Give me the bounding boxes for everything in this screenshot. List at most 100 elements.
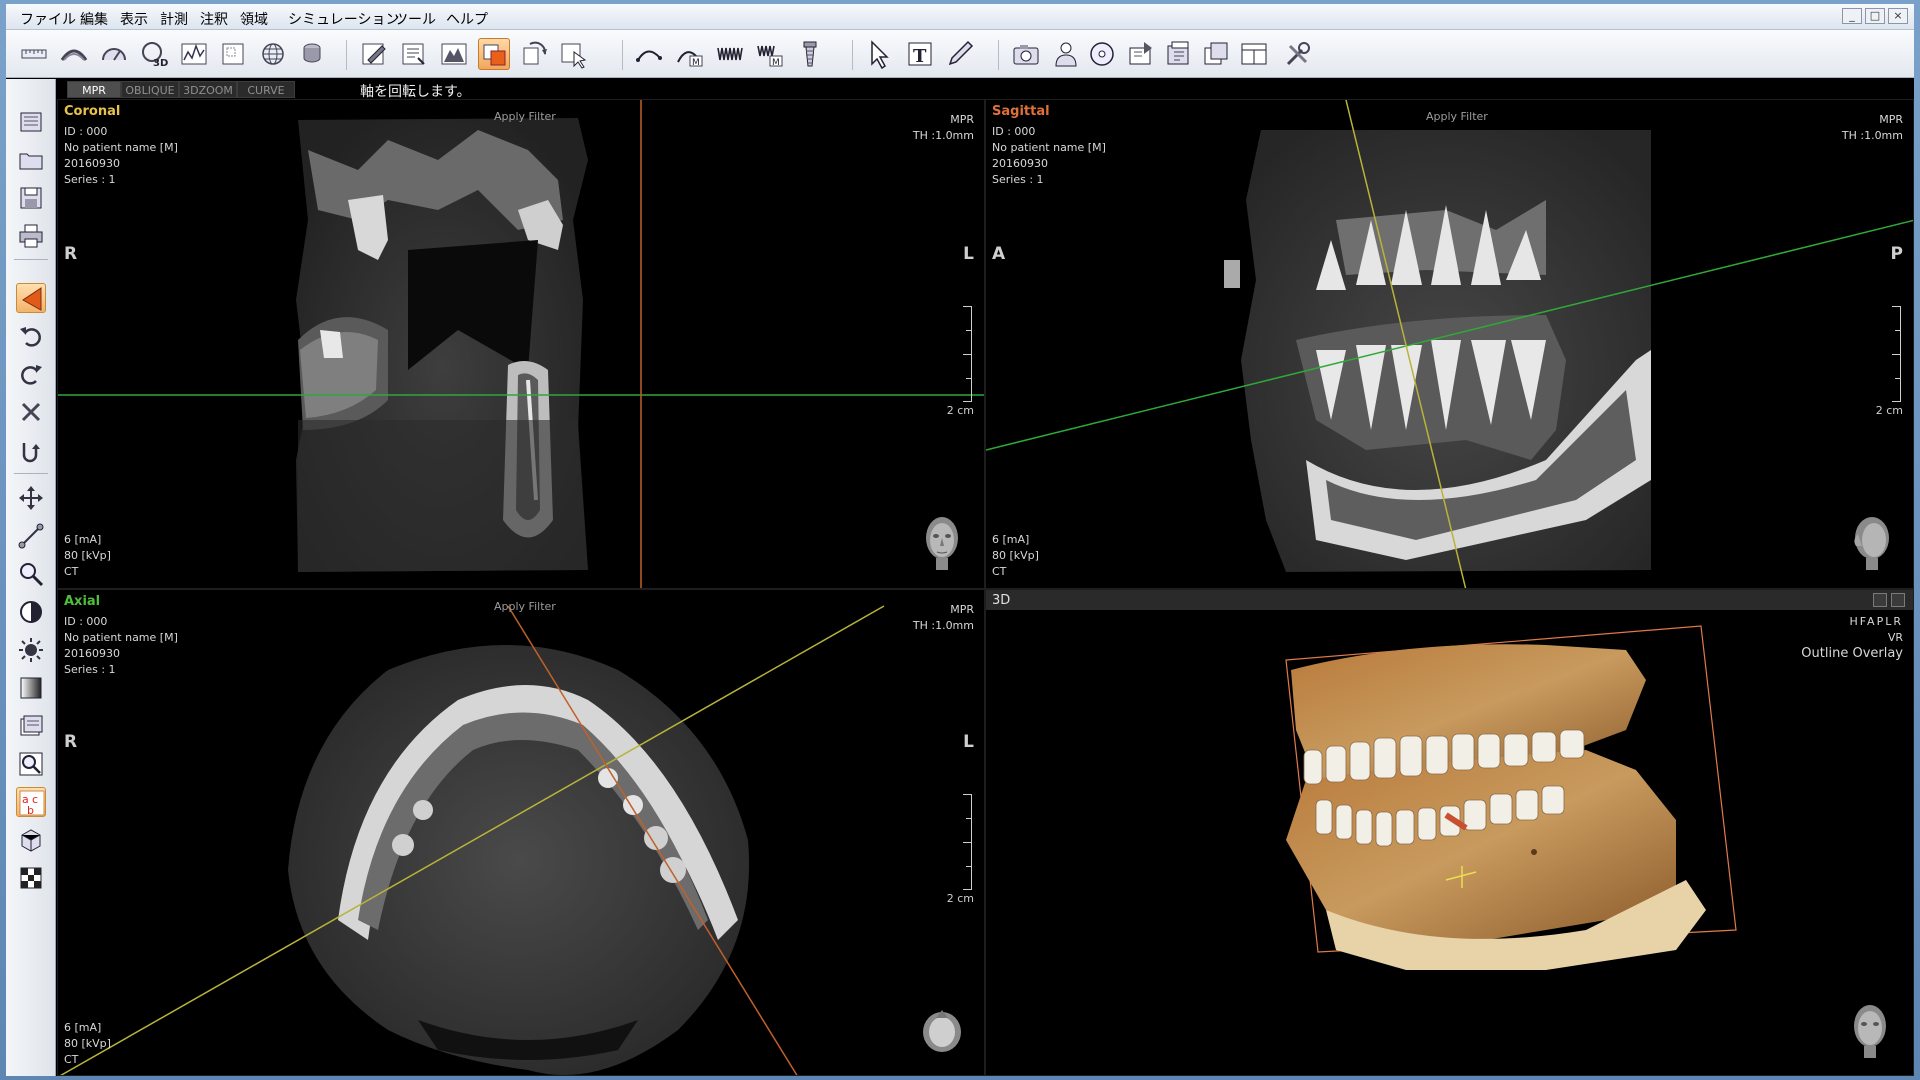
reset-icon[interactable] <box>16 435 46 465</box>
thickness-label: TH :1.0mm <box>912 619 974 632</box>
menu-region[interactable]: 領域 <box>240 9 268 29</box>
left-toolbar: acb <box>6 79 56 1076</box>
export-icon[interactable] <box>1124 38 1156 70</box>
menu-help[interactable]: ヘルプ <box>446 9 488 29</box>
ceph-image-icon[interactable] <box>438 38 470 70</box>
patient-icon[interactable] <box>1050 38 1082 70</box>
layout-icon[interactable] <box>218 38 250 70</box>
sagittal-acquisition-info: 6 [mA] 80 [kVp] CT <box>992 532 1039 580</box>
contrast-icon[interactable] <box>16 597 46 627</box>
axial-viewport[interactable]: Axial ID : 000 No patient name [M] 20160… <box>57 589 985 1076</box>
svg-text:b: b <box>27 804 34 817</box>
apply-filter-label[interactable]: Apply Filter <box>1426 110 1488 123</box>
sagittal-ct-image <box>986 100 1913 588</box>
pointer-select-icon[interactable] <box>558 38 590 70</box>
scale-label: 2 cm <box>1875 404 1903 417</box>
3d-view-icon[interactable]: 3D <box>138 38 170 70</box>
menu-simulation[interactable]: シミュレーション <box>288 9 399 29</box>
menu-file[interactable]: ファイル <box>20 9 76 29</box>
implant-icon[interactable] <box>794 38 826 70</box>
nerve-canal-icon[interactable]: M <box>674 38 706 70</box>
brightness-icon[interactable] <box>16 635 46 665</box>
window-level-icon[interactable] <box>16 673 46 703</box>
arch-icon[interactable] <box>98 38 130 70</box>
magnifier-glass-icon[interactable] <box>16 749 46 779</box>
svg-text:M: M <box>692 58 700 68</box>
print-icon[interactable] <box>16 221 46 251</box>
teeth-measure-icon[interactable]: M <box>754 38 786 70</box>
thickness-label: TH :1.0mm <box>1841 129 1903 142</box>
orientation-head-icon[interactable] <box>1844 510 1896 572</box>
zoom-icon[interactable] <box>16 559 46 589</box>
delete-icon[interactable] <box>16 397 46 427</box>
save-icon[interactable] <box>16 183 46 213</box>
redo-icon[interactable] <box>16 359 46 389</box>
3d-viewport[interactable]: 3D HFAPLR VR Outline Overlay <box>985 589 1914 1076</box>
pan-icon[interactable] <box>16 483 46 513</box>
cursor-arrow-icon[interactable] <box>864 38 896 70</box>
thickness-label: TH :1.0mm <box>912 129 974 142</box>
copy-icon[interactable] <box>1200 38 1232 70</box>
edit-note-icon[interactable] <box>358 38 390 70</box>
ruler-icon[interactable] <box>18 38 50 70</box>
panoramic-icon[interactable] <box>58 38 90 70</box>
tube-voltage: 80 [kVp] <box>992 549 1039 562</box>
overlay-icon[interactable] <box>478 38 510 70</box>
maximize-button[interactable]: □ <box>1865 8 1885 24</box>
mode-label: MPR <box>950 603 974 616</box>
patient-id: ID : 000 <box>64 615 108 628</box>
tab-mpr[interactable]: MPR <box>67 81 121 98</box>
tab-curve[interactable]: CURVE <box>237 81 295 98</box>
undo-icon[interactable] <box>16 321 46 351</box>
coronal-viewport[interactable]: Coronal ID : 000 No patient name [M] 201… <box>57 99 985 589</box>
scale-label: 2 cm <box>946 892 974 905</box>
open-folder-icon[interactable] <box>16 145 46 175</box>
apply-filter-label[interactable]: Apply Filter <box>494 600 556 613</box>
rotate-volume-icon[interactable] <box>518 38 550 70</box>
menu-view[interactable]: 表示 <box>120 9 148 29</box>
grid-layout-icon[interactable] <box>1873 593 1887 607</box>
menu-edit[interactable]: 編集 <box>80 9 108 29</box>
close-button[interactable]: × <box>1888 8 1908 24</box>
image-list-icon[interactable] <box>398 38 430 70</box>
window-layout-icon[interactable] <box>1238 38 1270 70</box>
implant-library-icon[interactable] <box>298 38 330 70</box>
menu-tools[interactable]: ツール <box>394 9 436 29</box>
outline-overlay-label[interactable]: Outline Overlay <box>1801 646 1903 662</box>
import-icon[interactable] <box>1162 38 1194 70</box>
pencil-icon[interactable] <box>944 38 976 70</box>
apply-filter-label[interactable]: Apply Filter <box>494 110 556 123</box>
annotation-text-icon[interactable]: acb <box>16 787 46 817</box>
series-number: Series : 1 <box>64 663 116 676</box>
slice-stack-icon[interactable] <box>16 711 46 741</box>
tab-3dzoom[interactable]: 3DZOOM <box>179 81 237 98</box>
scale-label: 2 cm <box>946 404 974 417</box>
menu-bar: ファイル 編集 表示 計測 注釈 領域 シミュレーション ツール ヘルプ _ □… <box>6 4 1914 30</box>
sagittal-viewport[interactable]: Sagittal ID : 000 No patient name [M] 20… <box>985 99 1914 589</box>
tab-oblique[interactable]: OBLIQUE <box>121 81 179 98</box>
text-tool-icon[interactable]: T <box>904 38 936 70</box>
menu-measure[interactable]: 計測 <box>160 9 188 29</box>
orientation-left: R <box>64 732 78 752</box>
disc-icon[interactable] <box>1086 38 1118 70</box>
globe-icon[interactable] <box>258 38 290 70</box>
curve-icon[interactable] <box>634 38 666 70</box>
series-number: Series : 1 <box>64 173 116 186</box>
orientation-head-icon[interactable] <box>1844 998 1896 1060</box>
menu-annotation[interactable]: 注釈 <box>200 9 228 29</box>
minimize-button[interactable]: _ <box>1842 8 1862 24</box>
camera-icon[interactable] <box>1010 38 1042 70</box>
measure-distance-icon[interactable] <box>16 521 46 551</box>
orientation-head-icon[interactable] <box>916 998 968 1060</box>
volume-cube-icon[interactable] <box>16 825 46 855</box>
teeth-chart-icon[interactable] <box>714 38 746 70</box>
expand-icon[interactable] <box>1891 593 1905 607</box>
histogram-icon[interactable] <box>178 38 210 70</box>
settings-tools-icon[interactable] <box>1282 38 1314 70</box>
orientation-head-icon[interactable] <box>916 510 968 572</box>
patient-name: No patient name [M] <box>64 141 178 154</box>
scan-icon[interactable] <box>16 107 46 137</box>
checker-pattern-icon[interactable] <box>16 863 46 893</box>
rotate-axis-icon[interactable] <box>16 283 46 313</box>
scale-bar <box>960 794 972 890</box>
